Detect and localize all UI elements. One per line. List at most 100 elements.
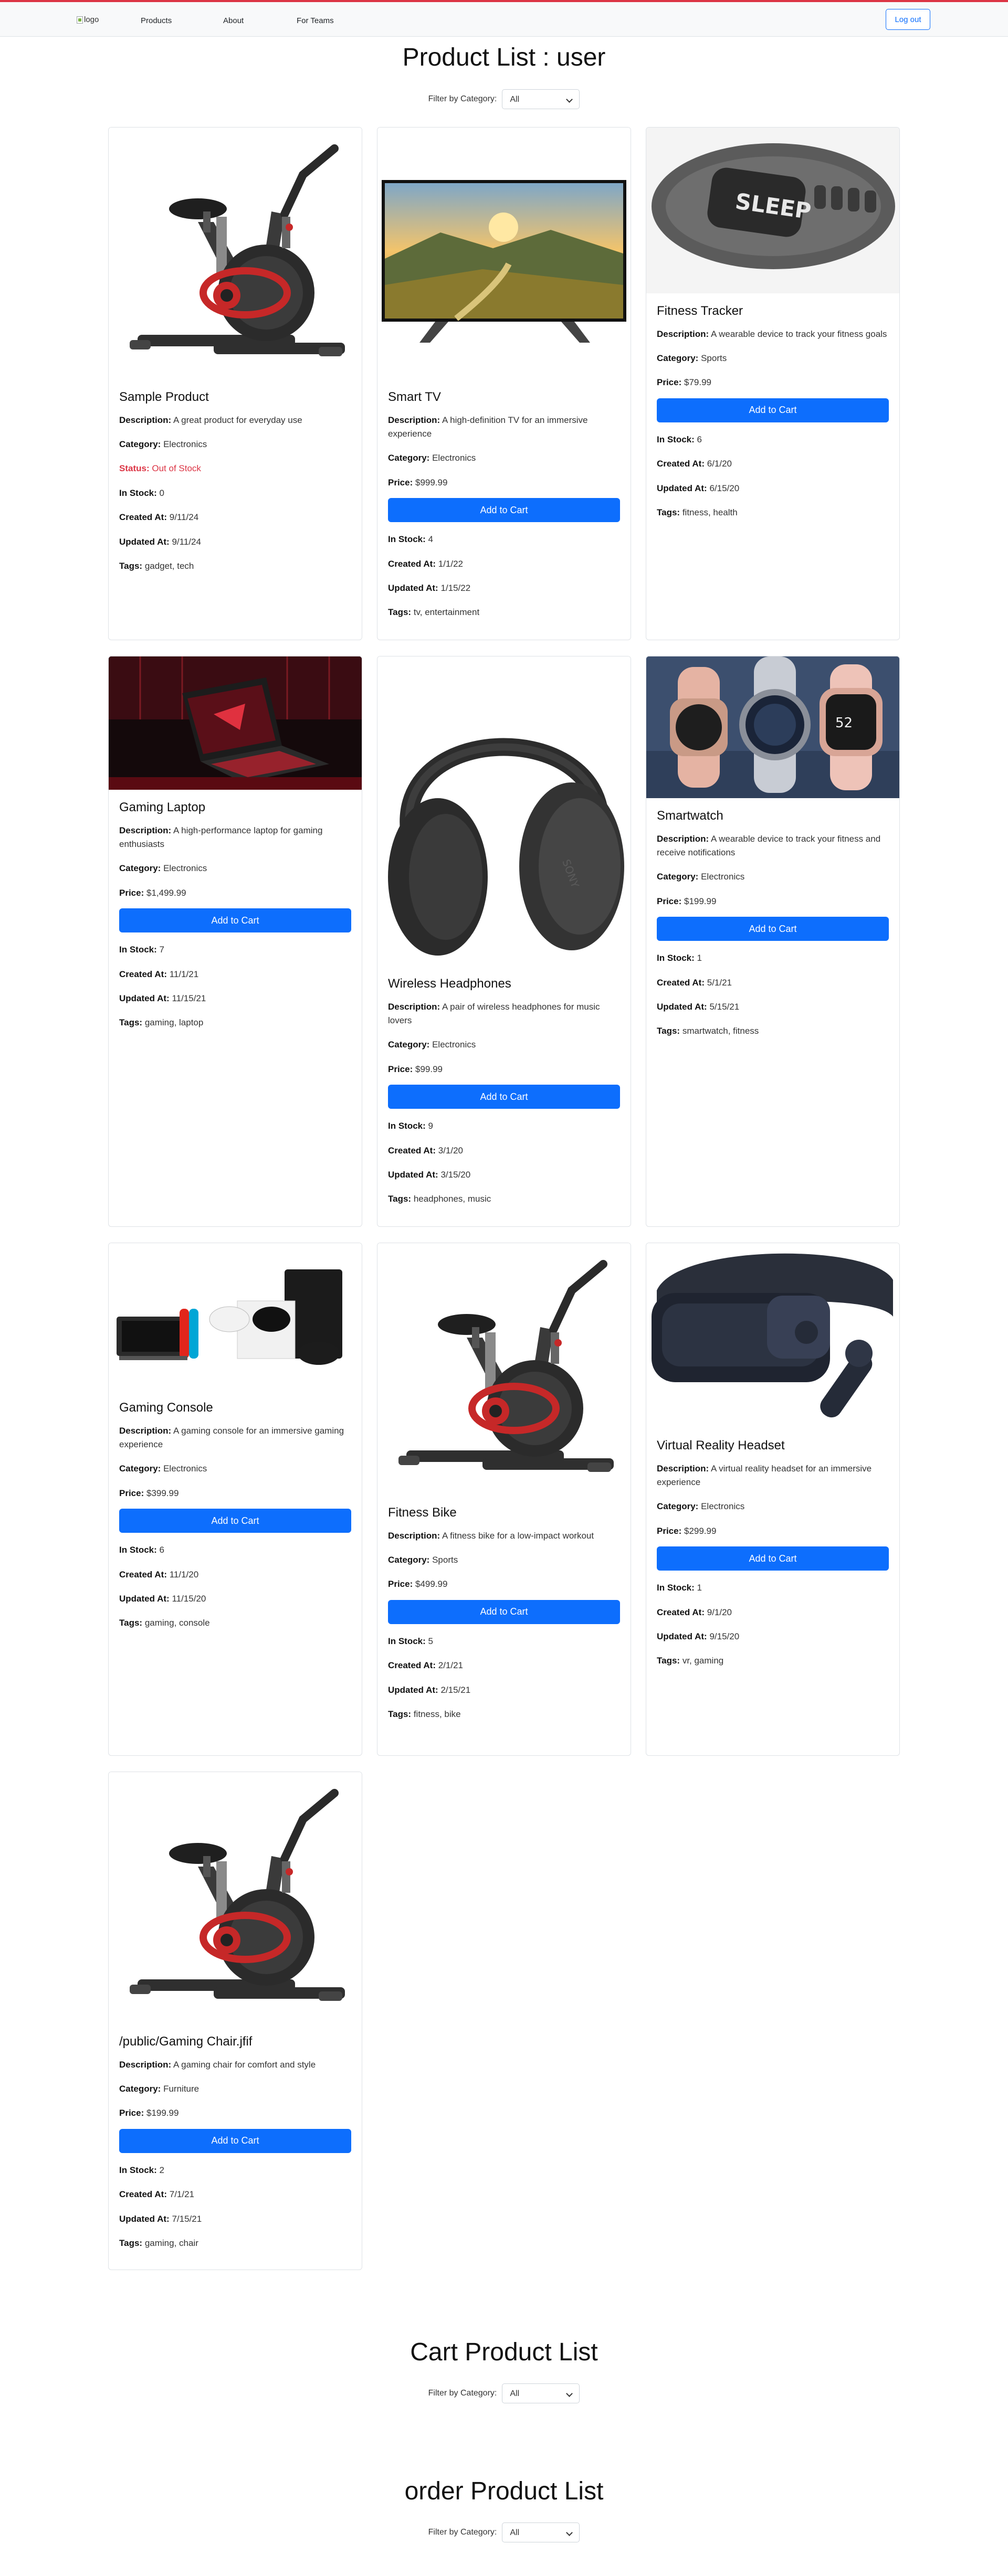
product-category: Category: Electronics xyxy=(119,1464,207,1474)
product-description: Description: A gaming chair for comfort … xyxy=(119,2059,316,2070)
add-to-cart-button[interactable]: Add to Cart xyxy=(119,2128,351,2153)
product-tags: Tags: gaming, chair xyxy=(119,2238,198,2248)
product-updated-at: Updated At: 7/15/21 xyxy=(119,2213,202,2224)
product-card: Smart TV Description: A high-definition … xyxy=(377,127,631,640)
product-price: Price: $199.99 xyxy=(119,2108,179,2118)
nav-link-products[interactable]: Products xyxy=(141,16,172,25)
product-in-stock: In Stock: 0 xyxy=(119,487,164,498)
product-name: Sample Product xyxy=(119,390,209,404)
product-price: Price: $299.99 xyxy=(657,1525,717,1536)
product-name: Gaming Console xyxy=(119,1401,213,1415)
product-created-at: Created At: 6/1/20 xyxy=(657,459,732,469)
product-image-headphones: SONY xyxy=(377,656,631,966)
product-price: Price: $999.99 xyxy=(388,477,448,487)
product-description: Description: A gaming console for an imm… xyxy=(119,1425,344,1450)
filter-label: Filter by Category: xyxy=(428,94,497,103)
product-image-gaming-laptop xyxy=(109,656,362,790)
category-select-value: All xyxy=(510,95,520,104)
product-created-at: Created At: 7/1/21 xyxy=(119,2189,194,2200)
product-tags: Tags: fitness, bike xyxy=(388,1709,461,1719)
order-category-select-value: All xyxy=(510,2528,520,2537)
product-created-at: Created At: 1/1/22 xyxy=(388,558,463,569)
product-card: 52 Smartwatch Description: A wearable de… xyxy=(646,656,900,1227)
product-tags: Tags: gaming, laptop xyxy=(119,1017,204,1028)
order-section-title: order Product List xyxy=(404,2477,604,2505)
product-card: Gaming Laptop Description: A high-perfor… xyxy=(108,656,362,1227)
product-created-at: Created At: 11/1/20 xyxy=(119,1569,199,1579)
order-category-select[interactable]: All xyxy=(502,2522,580,2542)
product-category: Category: Electronics xyxy=(119,863,207,874)
product-updated-at: Updated At: 2/15/21 xyxy=(388,1684,471,1695)
nav-link-for-teams[interactable]: For Teams xyxy=(297,16,334,25)
product-status: Status: Out of Stock xyxy=(119,463,201,474)
add-to-cart-button[interactable]: Add to Cart xyxy=(657,917,889,941)
cart-category-select-value: All xyxy=(510,2389,520,2398)
product-category: Category: Electronics xyxy=(388,453,476,463)
product-tags: Tags: tv, entertainment xyxy=(388,607,480,618)
product-in-stock: In Stock: 1 xyxy=(657,1583,702,1593)
product-image-exercise-bike xyxy=(377,1243,631,1495)
page-title: Product List : user xyxy=(402,44,606,71)
product-name: Smart TV xyxy=(388,390,441,404)
product-updated-at: Updated At: 1/15/22 xyxy=(388,582,471,593)
add-to-cart-button[interactable]: Add to Cart xyxy=(119,1509,351,1533)
nav-link-about[interactable]: About xyxy=(223,16,244,25)
product-name: Gaming Laptop xyxy=(119,800,206,814)
product-category: Category: Sports xyxy=(388,1555,458,1565)
product-category: Category: Sports xyxy=(657,353,727,364)
product-category: Category: Furniture xyxy=(119,2084,200,2094)
product-in-stock: In Stock: 9 xyxy=(388,1121,433,1131)
product-in-stock: In Stock: 7 xyxy=(119,945,164,955)
add-to-cart-button[interactable]: Add to Cart xyxy=(119,908,351,933)
product-image-fitness-band: SLEEP xyxy=(646,128,899,293)
product-card: Virtual Reality Headset Description: A v… xyxy=(646,1243,900,1756)
product-image-vr-headset xyxy=(646,1243,899,1428)
product-image-exercise-bike xyxy=(109,128,362,379)
product-filter: Filter by Category: All xyxy=(0,89,1008,109)
filter-label: Filter by Category: xyxy=(428,2528,497,2537)
product-description: Description: A fitness bike for a low-im… xyxy=(388,1530,594,1541)
add-to-cart-button[interactable]: Add to Cart xyxy=(388,1599,620,1624)
product-description: Description: A virtual reality headset f… xyxy=(657,1463,872,1488)
product-in-stock: In Stock: 6 xyxy=(657,434,702,444)
product-name: Smartwatch xyxy=(657,809,723,823)
product-created-at: Created At: 2/1/21 xyxy=(388,1660,463,1671)
chevron-down-icon xyxy=(566,2390,573,2397)
product-created-at: Created At: 9/1/20 xyxy=(657,1607,732,1617)
logout-button[interactable]: Log out xyxy=(886,9,930,30)
product-price: Price: $1,499.99 xyxy=(119,887,186,898)
product-created-at: Created At: 3/1/20 xyxy=(388,1145,463,1156)
product-in-stock: In Stock: 4 xyxy=(388,534,433,545)
navbar: logo Products About For Teams Log out xyxy=(0,2,1008,37)
product-updated-at: Updated At: 3/15/20 xyxy=(388,1169,471,1180)
category-select[interactable]: All xyxy=(502,89,580,109)
product-tags: Tags: gadget, tech xyxy=(119,560,194,571)
product-category: Category: Electronics xyxy=(657,872,745,882)
product-tags: Tags: fitness, health xyxy=(657,507,738,517)
product-in-stock: In Stock: 6 xyxy=(119,1545,164,1555)
product-created-at: Created At: 5/1/21 xyxy=(657,977,732,988)
product-price: Price: $99.99 xyxy=(388,1064,443,1074)
cart-section-title: Cart Product List xyxy=(410,2338,598,2366)
product-price: Price: $79.99 xyxy=(657,377,711,388)
add-to-cart-button[interactable]: Add to Cart xyxy=(657,398,889,422)
broken-image-icon xyxy=(77,16,83,24)
product-in-stock: In Stock: 1 xyxy=(657,953,702,963)
add-to-cart-button[interactable]: Add to Cart xyxy=(657,1546,889,1571)
product-updated-at: Updated At: 9/11/24 xyxy=(119,536,201,547)
product-description: Description: A wearable device to track … xyxy=(657,328,887,339)
product-created-at: Created At: 9/11/24 xyxy=(119,512,199,523)
logo[interactable]: logo xyxy=(77,15,99,24)
chevron-down-icon xyxy=(566,96,573,103)
product-price: Price: $199.99 xyxy=(657,896,717,906)
product-description: Description: A pair of wireless headphon… xyxy=(388,1001,600,1026)
product-card: Sample Product Description: A great prod… xyxy=(108,127,362,640)
add-to-cart-button[interactable]: Add to Cart xyxy=(388,1085,620,1109)
product-in-stock: In Stock: 2 xyxy=(119,2165,164,2175)
cart-category-select[interactable]: All xyxy=(502,2383,580,2403)
add-to-cart-button[interactable]: Add to Cart xyxy=(388,498,620,523)
product-name: Fitness Tracker xyxy=(657,304,743,318)
product-description: Description: A wearable device to track … xyxy=(657,833,881,858)
product-card: Gaming Console Description: A gaming con… xyxy=(108,1243,362,1756)
order-filter: Filter by Category: All xyxy=(0,2522,1008,2542)
